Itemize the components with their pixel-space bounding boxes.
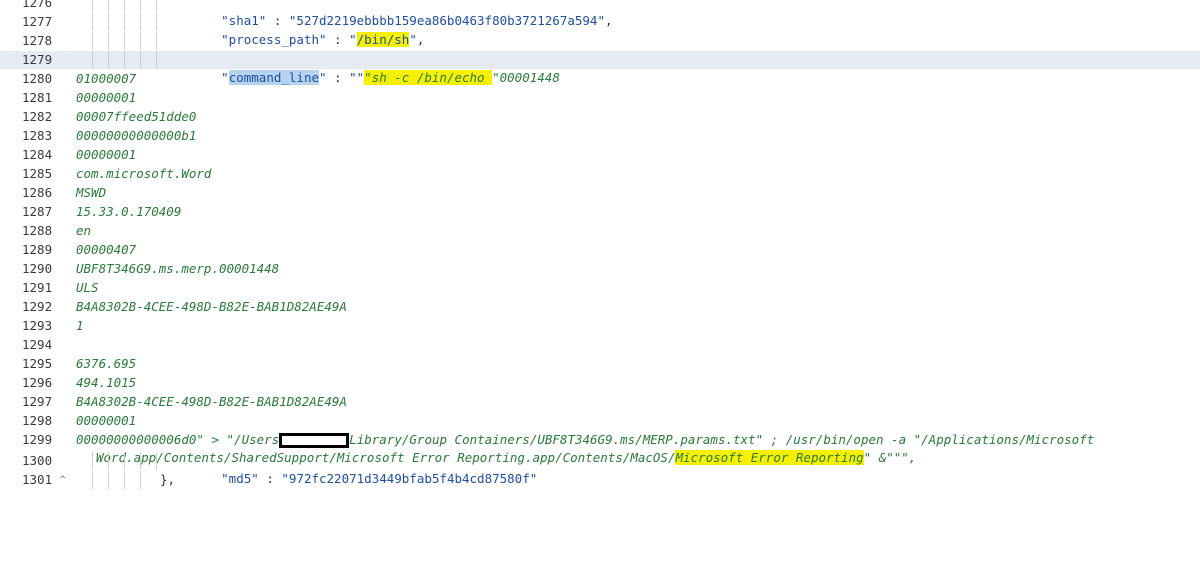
string-content: 01000007 — [76, 71, 137, 86]
code-line: 1293 1 — [0, 317, 1200, 335]
line-number: 1295 — [22, 356, 53, 371]
code-line: 1291 ULS — [0, 279, 1200, 297]
code-line: 1286 MSWD — [0, 184, 1200, 202]
string-content: 15.33.0.170409 — [76, 204, 182, 219]
string-content: 00000407 — [76, 242, 137, 257]
code-line: 1289 00000407 — [0, 241, 1200, 259]
line-number: 1289 — [22, 242, 53, 257]
line-number: 1296 — [22, 375, 53, 390]
line-number: 1283 — [22, 128, 53, 143]
code-line: 1280 01000007 — [0, 70, 1200, 88]
line-number: 1300 — [22, 453, 53, 468]
current-code-line: 1279 "command_line" : """sh -c /bin/echo… — [0, 51, 1200, 85]
code-line: 1301 ^ }, — [0, 471, 1200, 489]
code-line: 1295 6376.695 — [0, 355, 1200, 373]
line-number: 1288 — [22, 223, 53, 238]
code-line: 1276 "sha1" : "527d2219ebbbb159ea86b0463… — [0, 0, 1200, 28]
code-line: 1278 "effective_gid" : 20, — [0, 32, 1200, 66]
line-number: 1282 — [22, 109, 53, 124]
line-number: 1297 — [22, 394, 53, 409]
line-number: 1281 — [22, 90, 53, 105]
code-line: 1298 00000001 — [0, 412, 1200, 430]
code-line: 1297 B4A8302B-4CEE-498D-B82E-BAB1D82AE49… — [0, 393, 1200, 411]
string-content: 00007ffeed51dde0 — [76, 109, 197, 124]
string-content: 494.1015 — [76, 375, 137, 390]
line-number: 1292 — [22, 299, 53, 314]
string-content: ULS — [76, 280, 99, 295]
line-number: 1278 — [22, 33, 53, 48]
line-number: 1284 — [22, 147, 53, 162]
line-number: 1280 — [22, 71, 53, 86]
string-content: com.microsoft.Word — [76, 166, 212, 181]
code-line: 1288 en — [0, 222, 1200, 240]
string-content: 6376.695 — [76, 356, 137, 371]
code-line: 1284 00000001 — [0, 146, 1200, 164]
line-number: 1291 — [22, 280, 53, 295]
code-line: 1287 15.33.0.170409 — [0, 203, 1200, 221]
line-number: 1285 — [22, 166, 53, 181]
string-content: 00000000000000b1 — [76, 128, 197, 143]
code-line: 1300 "md5" : "972fc22071d3449bfab5f4b4cd… — [22, 452, 538, 486]
code-line: 1290 UBF8T346G9.ms.merp.00001448 — [0, 260, 1200, 278]
code-line: 1282 00007ffeed51dde0 — [0, 108, 1200, 126]
string-content: B4A8302B-4CEE-498D-B82E-BAB1D82AE49A — [76, 299, 347, 314]
string-content: UBF8T346G9.ms.merp.00001448 — [76, 261, 280, 276]
line-number: 1293 — [22, 318, 53, 333]
line-number: 1286 — [22, 185, 53, 200]
string-content: MSWD — [76, 185, 107, 200]
fold-arrow-icon[interactable]: ^ — [60, 471, 65, 489]
string-content: 1 — [76, 318, 84, 333]
code-editor[interactable]: 1276 "sha1" : "527d2219ebbbb159ea86b0463… — [0, 0, 1200, 489]
string-content: 00000001 — [76, 413, 137, 428]
line-number: 1301 — [22, 472, 53, 487]
code-line: 1277 "process_path" : "/bin/sh", — [22, 13, 425, 47]
line-number: 1277 — [22, 14, 53, 29]
string-content: B4A8302B-4CEE-498D-B82E-BAB1D82AE49A — [76, 394, 347, 409]
string-content: 00000001 — [76, 147, 137, 162]
code-line: 1292 B4A8302B-4CEE-498D-B82E-BAB1D82AE49… — [0, 298, 1200, 316]
line-number: 1290 — [22, 261, 53, 276]
line-number: 1298 — [22, 413, 53, 428]
line-number: 1279 — [22, 52, 53, 67]
code-line: 1296 494.1015 — [0, 374, 1200, 392]
redaction-box — [279, 433, 350, 448]
line-number: 1276 — [22, 0, 53, 10]
code-line: 1294 — [0, 336, 1200, 354]
code-line: 1283 00000000000000b1 — [0, 127, 1200, 145]
line-number: 1294 — [22, 337, 53, 352]
code-line: 1285 com.microsoft.Word — [0, 165, 1200, 183]
code-line: 1281 00000001 — [0, 89, 1200, 107]
line-number: 1299 — [22, 432, 53, 447]
string-content: 00000001 — [76, 90, 137, 105]
string-content: en — [76, 223, 92, 238]
line-number: 1287 — [22, 204, 53, 219]
